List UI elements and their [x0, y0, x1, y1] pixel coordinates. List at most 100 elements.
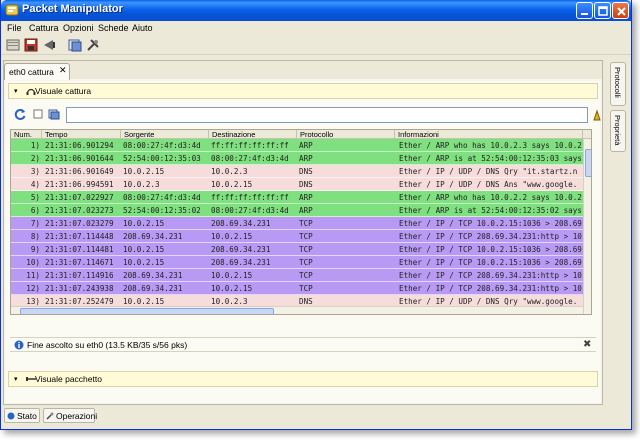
cell-proto: TCP	[299, 271, 313, 280]
col-destination[interactable]: Destinazione	[209, 130, 297, 139]
refresh-icon[interactable]	[14, 108, 27, 121]
table-row[interactable]: 1) 21:31:06.901294 08:00:27:4f:d3:4d ff:ff:…	[11, 139, 583, 152]
clear-filter-icon[interactable]	[592, 109, 602, 121]
capture-status-bar: Fine ascolto su eth0 (13.5 KB/35 s/56 pk…	[10, 337, 596, 352]
filter-options-icon[interactable]	[48, 108, 60, 120]
cell-dst: ff:ff:ff:ff:ff:ff	[211, 141, 289, 150]
cell-time: 21:31:06.901644	[45, 154, 114, 163]
tab-close-icon[interactable]: ✕	[59, 66, 67, 76]
table-row[interactable]: 4) 21:31:06.994591 10.0.2.3 10.0.2.15 DNS Eth…	[11, 178, 583, 191]
table-row[interactable]: 7) 21:31:07.023279 10.0.2.15 208.69.34.231 T…	[11, 217, 583, 230]
horizontal-scrollbar[interactable]	[11, 306, 583, 314]
tab-status[interactable]: Stato	[4, 408, 40, 423]
cell-proto: TCP	[299, 258, 313, 267]
interfaces-icon[interactable]	[67, 37, 83, 53]
plugin-icon[interactable]	[85, 37, 101, 53]
status-text: Fine ascolto su eth0 (13.5 KB/35 s/56 pk…	[27, 340, 188, 350]
window-title: Packet Manipulator	[22, 3, 123, 15]
save-icon[interactable]	[23, 37, 39, 53]
cell-time: 21:31:07.114481	[45, 245, 114, 254]
info-icon	[14, 340, 24, 350]
cell-time: 21:31:07.023273	[45, 206, 114, 215]
table-row[interactable]: 6) 21:31:07.023273 52:54:00:12:35:02 08:00:…	[11, 204, 583, 217]
tab-protocols[interactable]: Protocolli	[610, 62, 626, 106]
menu-aiuto[interactable]: Aiuto	[132, 23, 153, 33]
cell-info: Ether / IP / TCP 208.69.34.231:http > 10…	[399, 271, 583, 280]
horizontal-scroll-thumb[interactable]	[20, 308, 274, 314]
cell-time: 21:31:07.243938	[45, 284, 114, 293]
cell-num: 7)	[30, 219, 40, 228]
minimize-button[interactable]	[576, 2, 593, 19]
cell-time: 21:31:07.114671	[45, 258, 114, 267]
menu-opzioni[interactable]: Opzioni	[63, 23, 94, 33]
cell-src: 10.0.2.3	[123, 180, 160, 189]
expander-arrow-icon: ▾	[14, 375, 18, 383]
cell-proto: ARP	[299, 193, 313, 202]
cell-dst: 10.0.2.15	[211, 180, 253, 189]
capture-panel-inner: ▾ Visuale cattura Num. Tempo Sorgente De…	[6, 81, 602, 403]
table-row[interactable]: 10) 21:31:07.114671 10.0.2.15 208.69.34.231…	[11, 256, 583, 269]
capture-view-header[interactable]: ▾ Visuale cattura	[8, 83, 598, 99]
cell-time: 21:31:07.114448	[45, 232, 114, 241]
cell-time: 21:31:07.114916	[45, 271, 114, 280]
cell-info: Ether / IP / TCP 10.0.2.15:1036 > 208.69…	[399, 245, 583, 254]
vertical-scroll-thumb[interactable]	[585, 149, 591, 177]
cell-time: 21:31:07.023279	[45, 219, 114, 228]
cell-dst: 208.69.34.231	[211, 258, 271, 267]
filter-input[interactable]	[66, 107, 588, 123]
main-window: Packet Manipulator File Cattura Opzioni …	[0, 0, 632, 430]
table-row[interactable]: 8) 21:31:07.114448 208.69.34.231 10.0.2.15 T…	[11, 230, 583, 243]
cell-dst: 08:00:27:4f:d3:4d	[211, 154, 289, 163]
cell-num: 10)	[26, 258, 40, 267]
tab-eth0-capture[interactable]: eth0 cattura ✕	[4, 63, 70, 80]
cell-num: 6)	[30, 206, 40, 215]
cell-src: 52:54:00:12:35:03	[123, 154, 201, 163]
cell-proto: DNS	[299, 180, 313, 189]
col-time[interactable]: Tempo	[42, 130, 121, 139]
maximize-button[interactable]	[594, 2, 611, 19]
cell-dst: 208.69.34.231	[211, 219, 271, 228]
stop-icon[interactable]	[33, 109, 43, 119]
status-icon	[7, 412, 15, 420]
cell-dst: ff:ff:ff:ff:ff:ff	[211, 193, 289, 202]
menu-cattura[interactable]: Cattura	[29, 23, 59, 33]
expander-arrow-icon: ▾	[14, 87, 18, 95]
cell-time: 21:31:06.994591	[45, 180, 114, 189]
table-row[interactable]: 3) 21:31:06.901649 10.0.2.15 10.0.2.3 DNS Eth…	[11, 165, 583, 178]
menu-file[interactable]: File	[7, 23, 22, 33]
packet-view-header[interactable]: ▾ Visuale pacchetto	[8, 371, 598, 387]
capture-panel: eth0 cattura ✕ ▾ Visuale cattura Num. Te…	[3, 60, 603, 405]
title-bar: Packet Manipulator	[1, 0, 631, 21]
close-button[interactable]	[612, 2, 629, 19]
cell-src: 10.0.2.15	[123, 167, 165, 176]
table-row[interactable]: 2) 21:31:06.901644 52:54:00:12:35:03 08:00:…	[11, 152, 583, 165]
cell-dst: 10.0.2.15	[211, 284, 253, 293]
tab-strip: eth0 cattura ✕	[4, 61, 602, 80]
app-icon	[5, 4, 19, 16]
col-source[interactable]: Sorgente	[121, 130, 209, 139]
col-num[interactable]: Num.	[11, 130, 42, 139]
cell-num: 11)	[26, 271, 40, 280]
open-icon[interactable]	[5, 37, 21, 53]
table-row[interactable]: 9) 21:31:07.114481 10.0.2.15 208.69.34.231 T…	[11, 243, 583, 256]
sniff-icon[interactable]	[41, 37, 57, 53]
cell-num: 2)	[30, 154, 40, 163]
cell-dst: 10.0.2.15	[211, 232, 253, 241]
cell-src: 08:00:27:4f:d3:4d	[123, 141, 201, 150]
cell-dst: 10.0.2.15	[211, 271, 253, 280]
table-row[interactable]: 12) 21:31:07.243938 208.69.34.231 10.0.2.15…	[11, 282, 583, 295]
menu-schede[interactable]: Schede	[98, 23, 129, 33]
table-row[interactable]: 11) 21:31:07.114916 208.69.34.231 10.0.2.15…	[11, 269, 583, 282]
tab-protocols-label: Protocolli	[613, 67, 622, 98]
tab-properties[interactable]: Proprietà	[610, 110, 626, 152]
status-close-icon[interactable]: ✖	[583, 339, 591, 350]
col-protocol[interactable]: Protocollo	[297, 130, 395, 139]
vertical-scrollbar[interactable]	[583, 139, 591, 314]
packet-table: Num. Tempo Sorgente Destinazione Protoco…	[10, 129, 592, 315]
col-info[interactable]: Informazioni	[395, 130, 583, 139]
cell-num: 5)	[30, 193, 40, 202]
tab-operations[interactable]: Operazioni	[43, 408, 97, 423]
cell-dst: 10.0.2.3	[211, 167, 248, 176]
table-row[interactable]: 5) 21:31:07.022927 08:00:27:4f:d3:4d ff:ff:…	[11, 191, 583, 204]
cell-dst: 08:00:27:4f:d3:4d	[211, 206, 289, 215]
